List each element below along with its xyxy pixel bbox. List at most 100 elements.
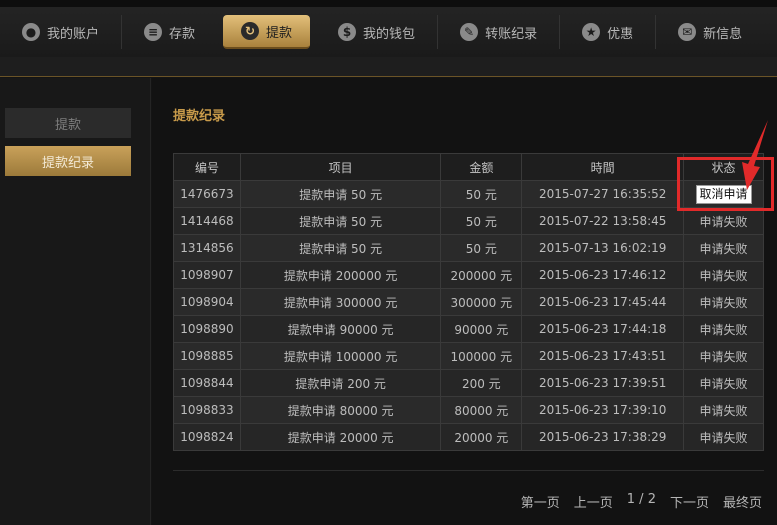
nav-item-label: 转账纪录 [485, 26, 538, 42]
cell-id: 1098904 [173, 288, 241, 316]
nav-item-3[interactable]: $ 我的钱包 [316, 7, 437, 57]
cell-id: 1476673 [173, 180, 241, 208]
table-row: 1098907 提款申请 200000 元 200000 元 2015-06-23 1… [173, 261, 764, 289]
table-row: 1098824 提款申请 20000 元 20000 元 2015-06-23 17:… [173, 423, 764, 451]
cell-id: 1098844 [173, 369, 241, 397]
main-content: 提款纪录 编号 项目 金额 時間 状态 1476673 提款申请 50 元 50 元… [152, 78, 777, 525]
nav-item-0[interactable]: ● 我的账户 [0, 7, 121, 57]
cell-amount: 50 元 [440, 180, 523, 208]
pager-next[interactable]: 下一页 [670, 492, 709, 511]
col-header-amount: 金额 [440, 153, 523, 181]
cell-time: 2015-06-23 17:39:10 [521, 396, 685, 424]
cell-item: 提款申请 100000 元 [239, 342, 442, 370]
cell-id: 1314856 [173, 234, 241, 262]
pager-last[interactable]: 最终页 [723, 492, 762, 511]
nav-underbar [0, 57, 777, 77]
cell-status: 申请失败 [683, 288, 764, 316]
cell-time: 2015-06-23 17:39:51 [521, 369, 685, 397]
col-header-id: 编号 [173, 153, 241, 181]
cell-amount: 100000 元 [440, 342, 523, 370]
nav-item-2[interactable]: ↻ 提款 [223, 15, 311, 49]
cell-amount: 50 元 [440, 207, 523, 235]
table-row: 1476673 提款申请 50 元 50 元 2015-07-27 16:35:52 取… [173, 180, 764, 208]
pager-first[interactable]: 第一页 [521, 492, 560, 511]
cell-item: 提款申请 300000 元 [239, 288, 442, 316]
nav-item-label: 存款 [169, 26, 196, 42]
nav-item-label: 我的钱包 [363, 26, 416, 42]
cell-amount: 20000 元 [440, 423, 523, 451]
cell-amount: 200000 元 [440, 261, 523, 289]
cell-id: 1098824 [173, 423, 241, 451]
nav-item-5[interactable]: ★ 优惠 [560, 7, 655, 57]
withdraw-icon: ↻ [241, 22, 260, 40]
dollar-icon: $ [338, 23, 357, 41]
cell-id: 1098885 [173, 342, 241, 370]
highlight-arrow-icon [742, 120, 768, 190]
cell-time: 2015-06-23 17:45:44 [521, 288, 685, 316]
col-header-item: 项目 [239, 153, 442, 181]
cell-time: 2015-07-22 13:58:45 [521, 207, 685, 235]
table-row: 1098833 提款申请 80000 元 80000 元 2015-06-23 17:… [173, 396, 764, 424]
cell-item: 提款申请 50 元 [239, 180, 442, 208]
cell-id: 1414468 [173, 207, 241, 235]
cell-item: 提款申请 200 元 [239, 369, 442, 397]
table-row: 1098904 提款申请 300000 元 300000 元 2015-06-23 1… [173, 288, 764, 316]
pager-current: 1 / 2 [626, 492, 656, 507]
table-row: 1098885 提款申请 100000 元 100000 元 2015-06-23 1… [173, 342, 764, 370]
cell-item: 提款申请 90000 元 [239, 315, 442, 343]
coins-icon: ≡ [144, 23, 163, 41]
sidebar: 提款 提款纪录 [0, 78, 151, 525]
cell-time: 2015-06-23 17:46:12 [521, 261, 685, 289]
cell-item: 提款申请 80000 元 [239, 396, 442, 424]
nav-item-label: 优惠 [607, 26, 634, 42]
nav-item-label: 提款 [266, 25, 293, 41]
envelope-icon: ✉ [678, 23, 697, 41]
cell-amount: 80000 元 [440, 396, 523, 424]
nav-item-6[interactable]: ✉ 新信息 [656, 7, 764, 57]
cell-time: 2015-07-27 16:35:52 [521, 180, 685, 208]
cell-amount: 90000 元 [440, 315, 523, 343]
person-icon: ● [22, 23, 40, 41]
nav-item-4[interactable]: ✎ 转账纪录 [438, 7, 559, 57]
table-row: 1414468 提款申请 50 元 50 元 2015-07-22 13:58:45 申… [173, 207, 764, 235]
page-title: 提款纪录 [173, 109, 226, 124]
cell-item: 提款申请 50 元 [239, 234, 442, 262]
cell-status: 申请失败 [683, 423, 764, 451]
cell-status: 申请失败 [683, 342, 764, 370]
cell-id: 1098890 [173, 315, 241, 343]
sidebar-item-withdraw-records[interactable]: 提款纪录 [5, 146, 131, 176]
sidebar-item-withdraw[interactable]: 提款 [5, 108, 131, 138]
pencil-icon: ✎ [460, 23, 479, 41]
cell-id: 1098907 [173, 261, 241, 289]
cell-amount: 50 元 [440, 234, 523, 262]
col-header-time: 時間 [521, 153, 685, 181]
table-row: 1098890 提款申请 90000 元 90000 元 2015-06-23 17:… [173, 315, 764, 343]
cell-item: 提款申请 50 元 [239, 207, 442, 235]
pager-prev[interactable]: 上一页 [574, 492, 613, 511]
main-nav: ● 我的账户 ≡ 存款 ↻ 提款 $ 我的钱包 ✎ 转账纪录 ★ 优惠 ✉ 新信息 [0, 7, 777, 57]
cell-item: 提款申请 20000 元 [239, 423, 442, 451]
cell-time: 2015-06-23 17:43:51 [521, 342, 685, 370]
cell-status: 申请失败 [683, 396, 764, 424]
cell-status: 申请失败 [683, 207, 764, 235]
divider [173, 470, 764, 471]
cell-status: 申请失败 [683, 369, 764, 397]
cell-id: 1098833 [173, 396, 241, 424]
cell-time: 2015-06-23 17:44:18 [521, 315, 685, 343]
withdraw-records-table: 编号 项目 金额 時間 状态 1476673 提款申请 50 元 50 元 2015-… [173, 153, 764, 451]
cell-status: 申请失败 [683, 261, 764, 289]
cell-amount: 300000 元 [440, 288, 523, 316]
table-row: 1314856 提款申请 50 元 50 元 2015-07-13 16:02:19 申… [173, 234, 764, 262]
pagination: 第一页 上一页 1 / 2 下一页 最终页 [521, 492, 762, 511]
star-icon: ★ [582, 23, 601, 41]
table-header-row: 编号 项目 金额 時間 状态 [173, 153, 764, 181]
cell-status: 申请失败 [683, 315, 764, 343]
cell-item: 提款申请 200000 元 [239, 261, 442, 289]
nav-item-label: 新信息 [703, 26, 743, 42]
cell-time: 2015-06-23 17:38:29 [521, 423, 685, 451]
nav-item-1[interactable]: ≡ 存款 [122, 7, 217, 57]
table-row: 1098844 提款申请 200 元 200 元 2015-06-23 17:39:5… [173, 369, 764, 397]
nav-item-label: 我的账户 [47, 26, 100, 42]
top-strip [0, 0, 777, 7]
cell-status: 申请失败 [683, 234, 764, 262]
